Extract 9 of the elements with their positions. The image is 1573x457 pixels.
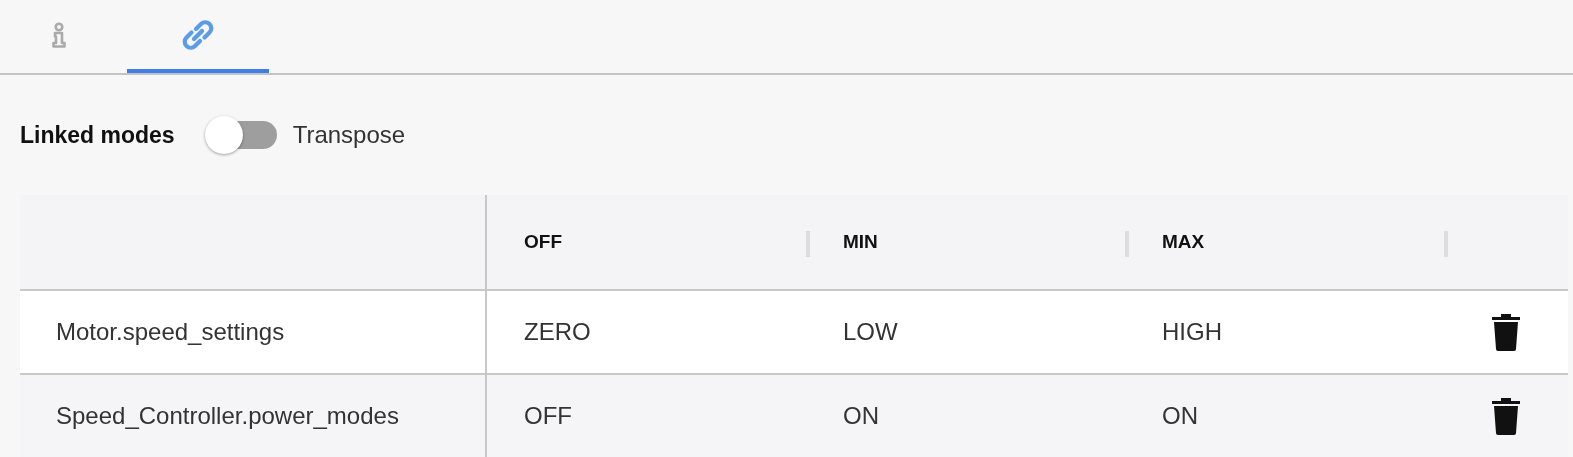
section-title: Linked modes — [20, 121, 175, 149]
column-heading: OFF — [524, 231, 562, 253]
table-cell: LOW — [806, 291, 1125, 375]
table-cell: HIGH — [1125, 291, 1444, 375]
table-cell: ZERO — [487, 291, 806, 375]
column-heading: MAX — [1162, 231, 1205, 253]
column-heading: MIN — [843, 231, 878, 253]
toggle-label: Transpose — [292, 121, 406, 149]
table-cell: Motor.speed_settings — [20, 291, 487, 375]
